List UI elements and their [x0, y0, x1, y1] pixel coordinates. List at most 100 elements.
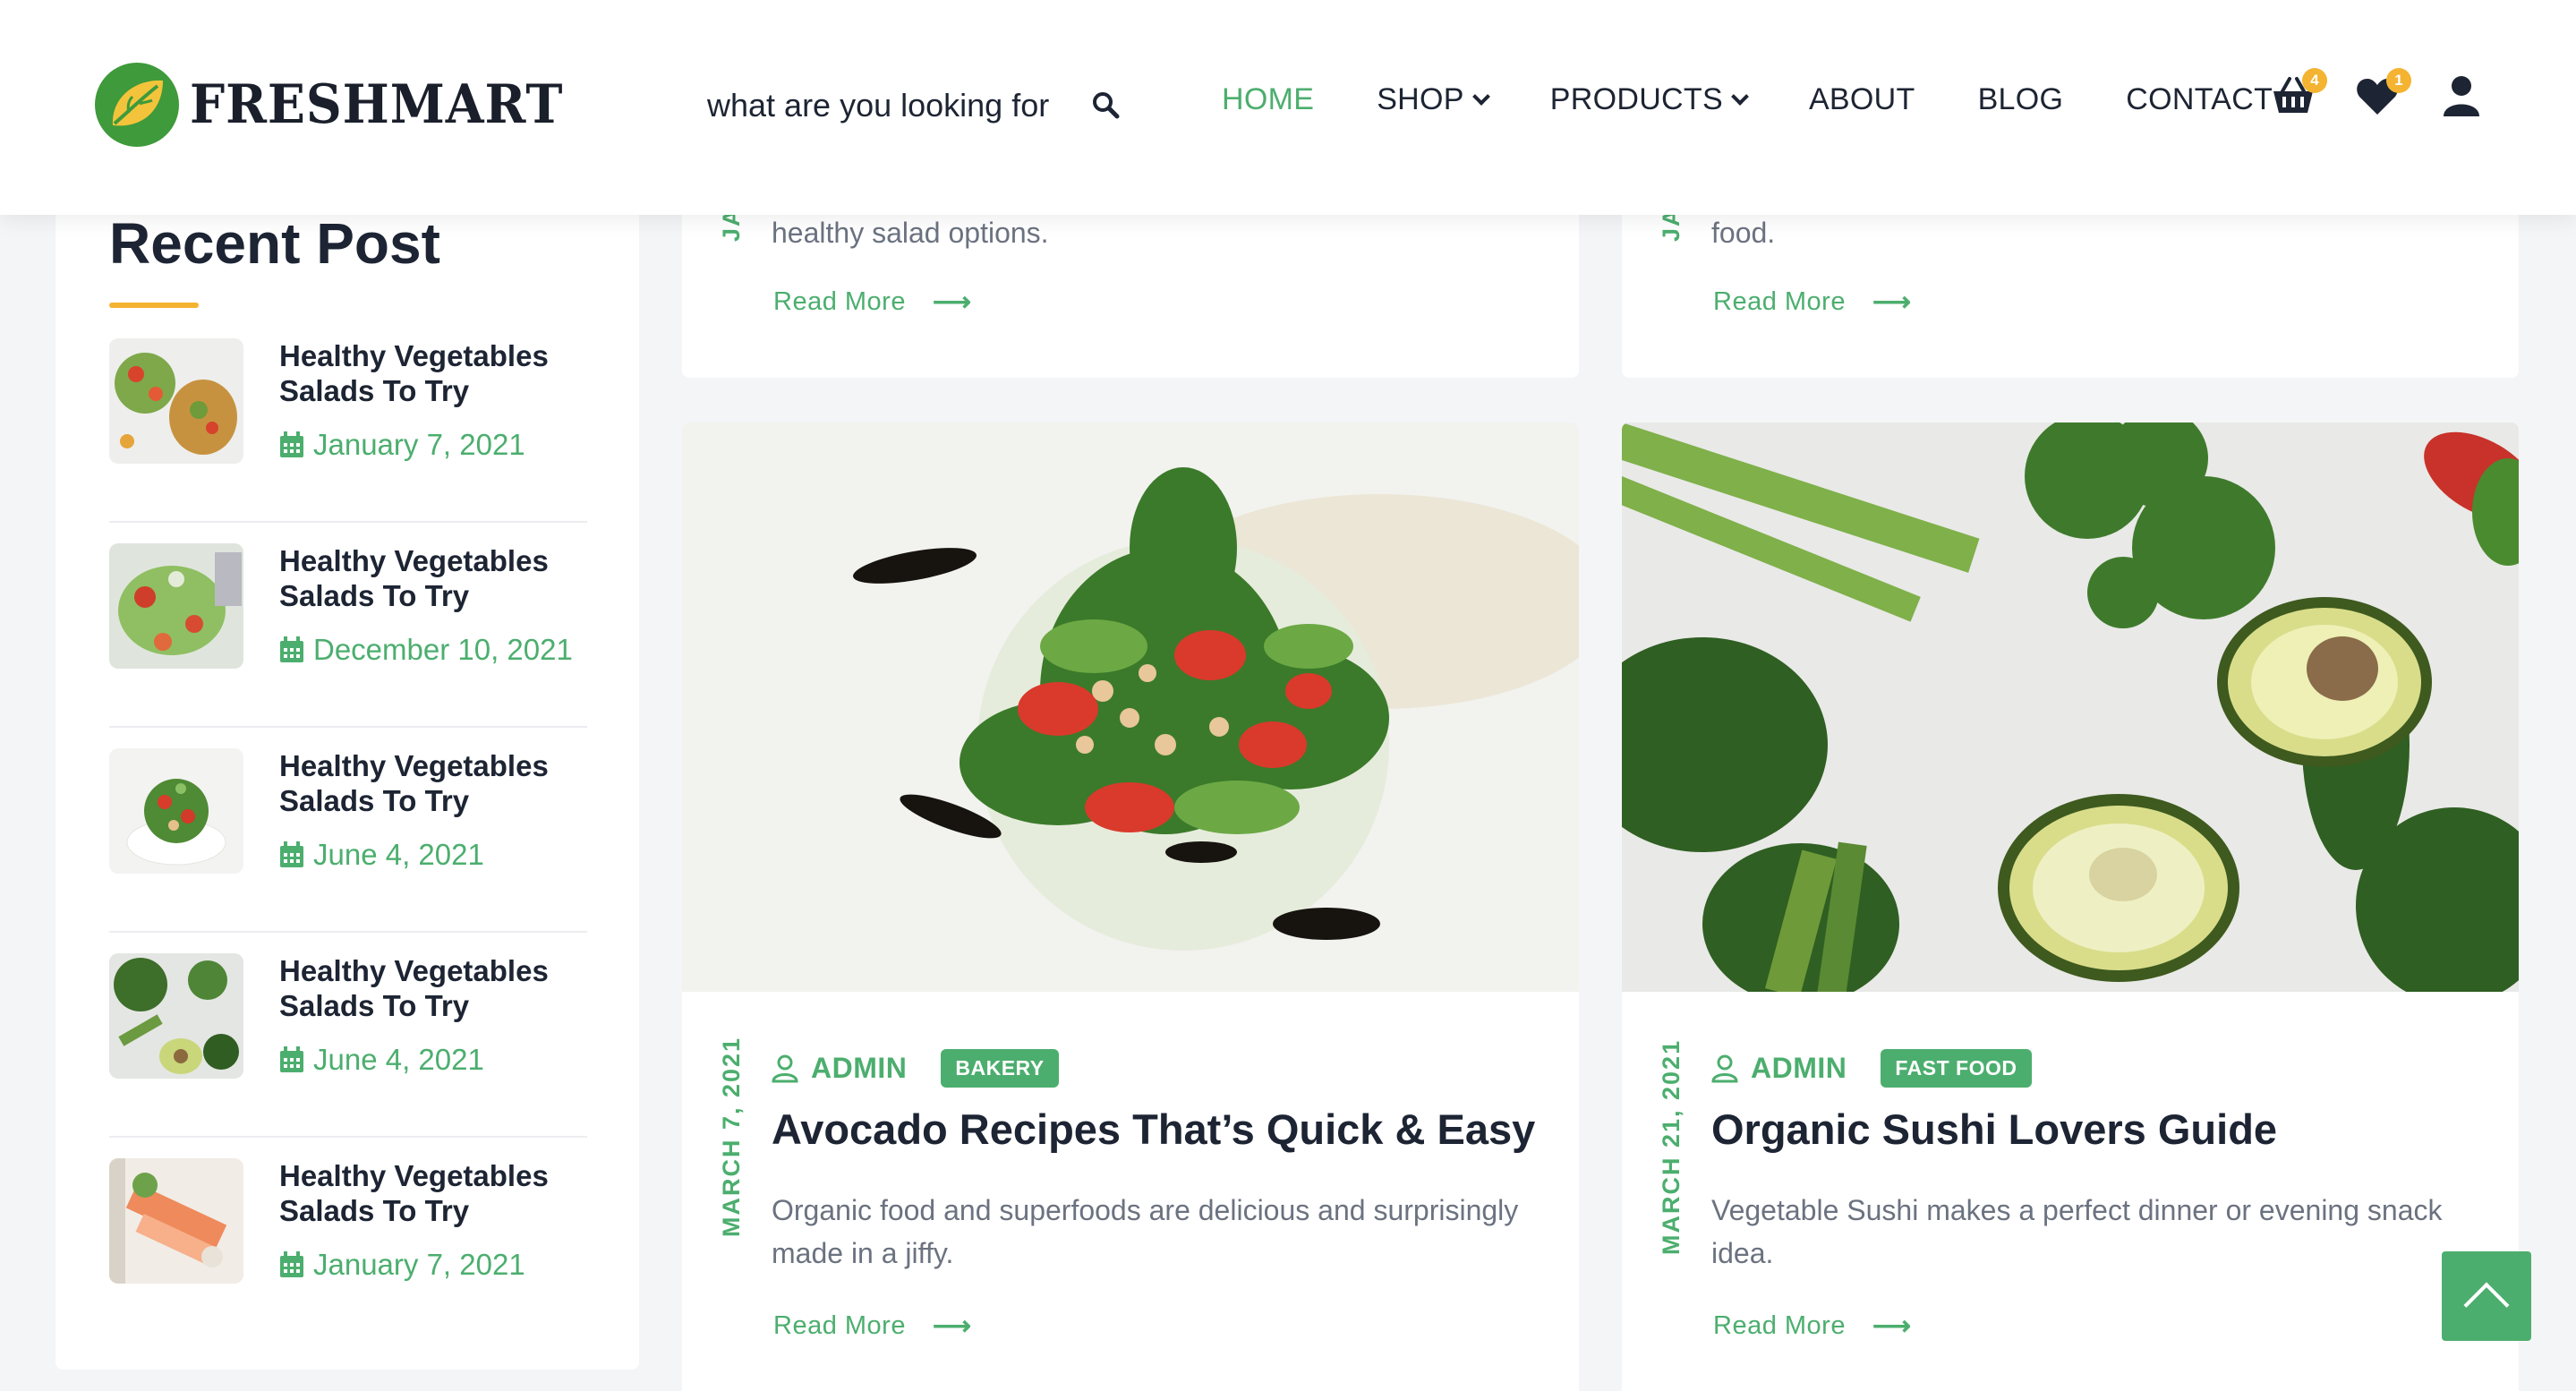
chevron-down-icon [1471, 87, 1490, 106]
cart-button[interactable]: 4 [2270, 68, 2327, 120]
post-divider [109, 1136, 587, 1138]
card-meta: ADMIN BAKERY [772, 1049, 1059, 1088]
cart-count-badge: 4 [2302, 68, 2327, 93]
post-thumbnail[interactable] [109, 953, 243, 1079]
nav-label: HOME [1222, 82, 1315, 116]
wishlist-count-badge: 1 [2386, 68, 2411, 93]
post-date-text: June 4, 2021 [313, 1043, 484, 1076]
post-date: January 7, 2021 [279, 1248, 525, 1282]
post-thumbnail[interactable] [109, 543, 243, 669]
arrow-right-icon: ⟶ [932, 287, 972, 317]
blog-card: MARCH 21, 2021 ADMIN FAST FOOD Organic S… [1622, 422, 2519, 1391]
post-thumbnail[interactable] [109, 748, 243, 874]
post-divider [109, 726, 587, 728]
card-image[interactable] [682, 422, 1579, 992]
title-underline [109, 303, 199, 308]
account-button[interactable] [2438, 73, 2485, 120]
card-excerpt: Vegetable Sushi makes a perfect dinner o… [1711, 1194, 2443, 1269]
read-more-label: Read More [773, 287, 906, 316]
read-more-label: Read More [1713, 287, 1846, 316]
post-author[interactable]: ADMIN [1751, 1052, 1847, 1085]
category-tag[interactable]: BAKERY [941, 1049, 1059, 1088]
arrow-right-icon: ⟶ [1872, 287, 1912, 317]
user-icon [2444, 76, 2479, 116]
header-icons: 4 1 [2270, 68, 2485, 120]
post-title[interactable]: Healthy Vegetables Salads To Try [279, 953, 575, 1023]
post-thumbnail[interactable] [109, 1158, 243, 1284]
read-more-label: Read More [1713, 1311, 1846, 1340]
post-date-text: June 4, 2021 [313, 838, 484, 871]
logo-text: FRESHMART [190, 73, 564, 136]
blog-card: MARCH 7, 2021 ADMIN BAKERY Avocado Recip… [682, 422, 1579, 1391]
recent-post-item[interactable]: Healthy Vegetables Salads To Try Decembe… [109, 543, 587, 728]
leaf-logo-icon [95, 63, 179, 147]
recent-post-item[interactable]: Healthy Vegetables Salads To Try January… [109, 338, 587, 523]
category-tag[interactable]: FAST FOOD [1881, 1049, 2032, 1088]
post-title[interactable]: Healthy Vegetables Salads To Try [279, 338, 575, 408]
nav-blog[interactable]: BLOG [1978, 82, 2064, 117]
post-date: June 4, 2021 [279, 838, 484, 872]
recent-post-item[interactable]: Healthy Vegetables Salads To Try June 4,… [109, 953, 587, 1138]
card-title[interactable]: Avocado Recipes That’s Quick & Easy [772, 1105, 1535, 1154]
card-excerpt: Organic food and superfoods are deliciou… [772, 1194, 1519, 1269]
recent-post-item[interactable]: Healthy Vegetables Salads To Try June 4,… [109, 748, 587, 933]
card-excerpt: food. [1711, 217, 1776, 249]
nav-label: BLOG [1977, 82, 2064, 116]
read-more-link[interactable]: Read More ⟶ [1713, 1310, 1911, 1342]
read-more-link[interactable]: Read More ⟶ [773, 1310, 971, 1342]
card-image[interactable] [1622, 422, 2519, 992]
arrow-right-icon: ⟶ [932, 1311, 972, 1341]
card-meta: ADMIN FAST FOOD [1711, 1049, 2032, 1088]
nav-about[interactable]: ABOUT [1809, 82, 1915, 117]
post-author[interactable]: ADMIN [811, 1052, 907, 1085]
nav-products[interactable]: PRODUCTS [1549, 82, 1749, 117]
chevron-down-icon [1731, 87, 1749, 106]
nav-shop[interactable]: SHOP [1377, 82, 1490, 117]
post-title[interactable]: Healthy Vegetables Salads To Try [279, 543, 575, 613]
post-date-vertical: MARCH 21, 2021 [1658, 1038, 1685, 1255]
nav-contact[interactable]: CONTACT [2126, 82, 2273, 117]
read-more-label: Read More [773, 1311, 906, 1340]
post-date-text: December 10, 2021 [313, 633, 573, 666]
calendar-icon [280, 636, 303, 662]
post-divider [109, 521, 587, 523]
wishlist-button[interactable]: 1 [2354, 68, 2411, 120]
site-header: FRESHMART HOME SHOP PRODUCTS ABOUT BLOG … [0, 0, 2576, 215]
post-divider [109, 931, 587, 933]
search-bar [707, 79, 1128, 132]
post-title[interactable]: Healthy Vegetables Salads To Try [279, 748, 575, 818]
post-thumbnail[interactable] [109, 338, 243, 464]
recent-posts-sidebar: Recent Post Healthy Vegetables Salads To… [55, 161, 639, 1370]
post-date-text: January 7, 2021 [313, 1248, 525, 1281]
search-icon[interactable] [1090, 90, 1122, 122]
chevron-up-icon [2463, 1282, 2510, 1328]
nav-label: CONTACT [2126, 82, 2273, 116]
user-outline-icon [772, 1054, 798, 1082]
main-nav: HOME SHOP PRODUCTS ABOUT BLOG CONTACT [1222, 82, 2335, 117]
post-date-text: January 7, 2021 [313, 428, 525, 461]
post-date-vertical: MARCH 7, 2021 [718, 1036, 745, 1237]
calendar-icon [280, 431, 303, 457]
search-input[interactable] [707, 87, 1056, 124]
nav-label: SHOP [1377, 82, 1464, 116]
card-title[interactable]: Organic Sushi Lovers Guide [1711, 1105, 2277, 1154]
nav-home[interactable]: HOME [1222, 82, 1314, 117]
calendar-icon [280, 841, 303, 867]
back-to-top-button[interactable] [2442, 1251, 2531, 1341]
logo[interactable]: FRESHMART [93, 61, 596, 149]
arrow-right-icon: ⟶ [1872, 1311, 1912, 1341]
nav-label: ABOUT [1808, 82, 1915, 116]
calendar-icon [280, 1046, 303, 1072]
nav-label: PRODUCTS [1549, 82, 1723, 116]
card-excerpt: healthy salad options. [772, 217, 1049, 249]
post-date: December 10, 2021 [279, 633, 573, 667]
post-title[interactable]: Healthy Vegetables Salads To Try [279, 1158, 575, 1228]
post-date: June 4, 2021 [279, 1043, 484, 1077]
read-more-link[interactable]: Read More ⟶ [773, 286, 971, 318]
calendar-icon [280, 1251, 303, 1277]
user-outline-icon [1711, 1054, 1738, 1082]
sidebar-title: Recent Post [109, 211, 440, 276]
post-date: January 7, 2021 [279, 428, 525, 462]
read-more-link[interactable]: Read More ⟶ [1713, 286, 1911, 318]
recent-post-item[interactable]: Healthy Vegetables Salads To Try January… [109, 1158, 587, 1342]
